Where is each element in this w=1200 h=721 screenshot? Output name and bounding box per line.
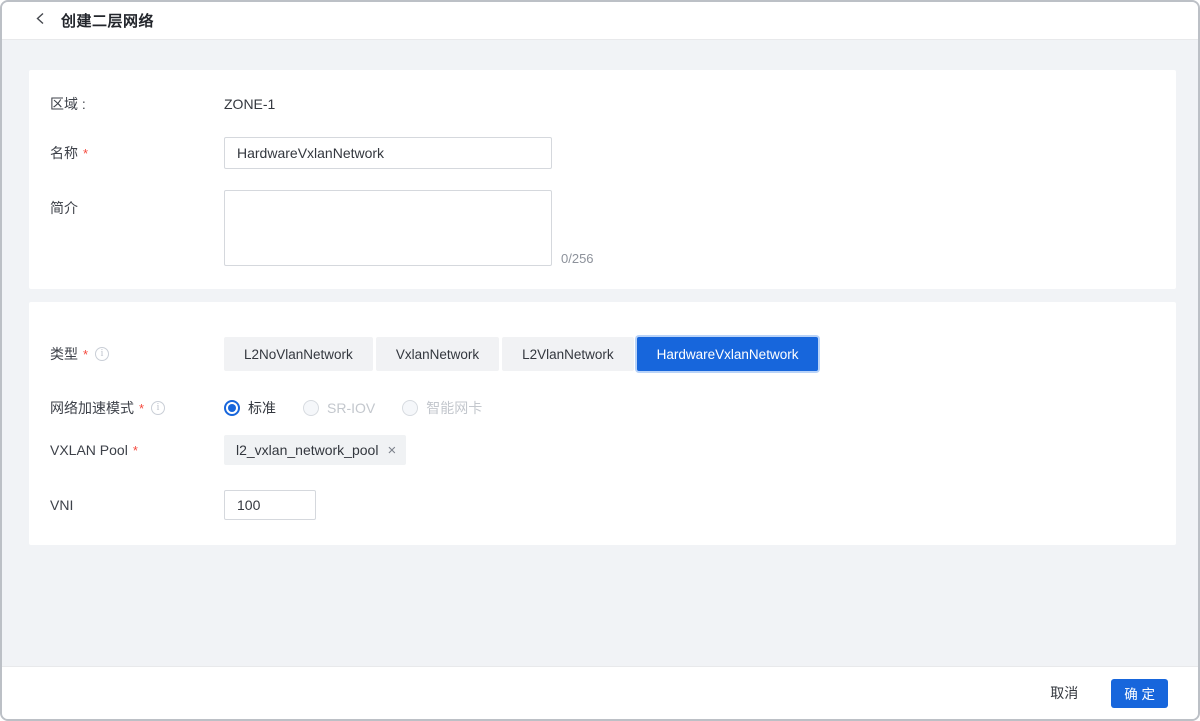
name-row: 名称 * xyxy=(50,137,1152,169)
network-type-card: 类型 * i L2NoVlanNetwork VxlanNetwork L2Vl… xyxy=(29,302,1176,545)
required-asterisk: * xyxy=(83,146,88,161)
basic-info-card: 区域 : ZONE-1 名称 * 简介 0/256 xyxy=(29,70,1176,289)
zone-row: 区域 : ZONE-1 xyxy=(50,94,1152,114)
radio-sriov: SR-IOV xyxy=(303,400,375,416)
vni-label: VNI xyxy=(50,497,224,513)
required-asterisk: * xyxy=(139,401,144,416)
required-asterisk: * xyxy=(83,347,88,362)
radio-smartnic: 智能网卡 xyxy=(402,398,482,418)
type-label: 类型 * i xyxy=(50,344,224,364)
type-option-l2novlannetwork[interactable]: L2NoVlanNetwork xyxy=(224,337,373,371)
description-label: 简介 xyxy=(50,198,224,218)
name-input[interactable] xyxy=(224,137,552,169)
vxlan-pool-label: VXLAN Pool * xyxy=(50,442,224,458)
chevron-left-icon xyxy=(35,12,46,30)
info-icon: i xyxy=(151,401,165,415)
page-header: 创建二层网络 xyxy=(2,2,1198,40)
page-footer: 取消 确 定 xyxy=(2,666,1198,719)
zone-value: ZONE-1 xyxy=(224,96,275,112)
accel-mode-row: 网络加速模式 * i 标准 SR-IOV 智能网卡 xyxy=(50,398,1152,418)
required-asterisk: * xyxy=(133,443,138,458)
tag-remove-icon[interactable]: × xyxy=(387,443,396,458)
type-row: 类型 * i L2NoVlanNetwork VxlanNetwork L2Vl… xyxy=(50,337,1152,371)
cancel-button[interactable]: 取消 xyxy=(1050,683,1078,703)
vxlan-pool-tag-text: l2_vxlan_network_pool xyxy=(236,442,378,458)
confirm-button[interactable]: 确 定 xyxy=(1111,679,1168,708)
char-counter: 0/256 xyxy=(561,251,594,266)
accel-mode-label: 网络加速模式 * i xyxy=(50,398,224,418)
vxlan-pool-row: VXLAN Pool * l2_vxlan_network_pool × xyxy=(50,435,1152,465)
info-icon: i xyxy=(95,347,109,361)
radio-disabled-icon xyxy=(402,400,418,416)
zone-label: 区域 : xyxy=(50,94,224,114)
description-textarea[interactable] xyxy=(224,190,552,266)
form-body: 区域 : ZONE-1 名称 * 简介 0/256 xyxy=(2,40,1198,666)
type-option-l2vlannetwork[interactable]: L2VlanNetwork xyxy=(502,337,634,371)
description-row: 简介 0/256 xyxy=(50,190,1152,266)
type-option-hardwarevxlannetwork[interactable]: HardwareVxlanNetwork xyxy=(637,337,819,371)
vxlan-pool-tag: l2_vxlan_network_pool × xyxy=(224,435,406,465)
name-label: 名称 * xyxy=(50,143,224,163)
radio-selected-icon xyxy=(224,400,240,416)
create-l2-network-page: 创建二层网络 区域 : ZONE-1 名称 * 简介 xyxy=(0,0,1200,721)
back-button[interactable] xyxy=(32,13,48,29)
radio-disabled-icon xyxy=(303,400,319,416)
vni-row: VNI xyxy=(50,490,1152,520)
page-title: 创建二层网络 xyxy=(61,10,154,31)
radio-standard[interactable]: 标准 xyxy=(224,398,276,418)
type-option-vxlannetwork[interactable]: VxlanNetwork xyxy=(376,337,499,371)
vni-input[interactable] xyxy=(224,490,316,520)
